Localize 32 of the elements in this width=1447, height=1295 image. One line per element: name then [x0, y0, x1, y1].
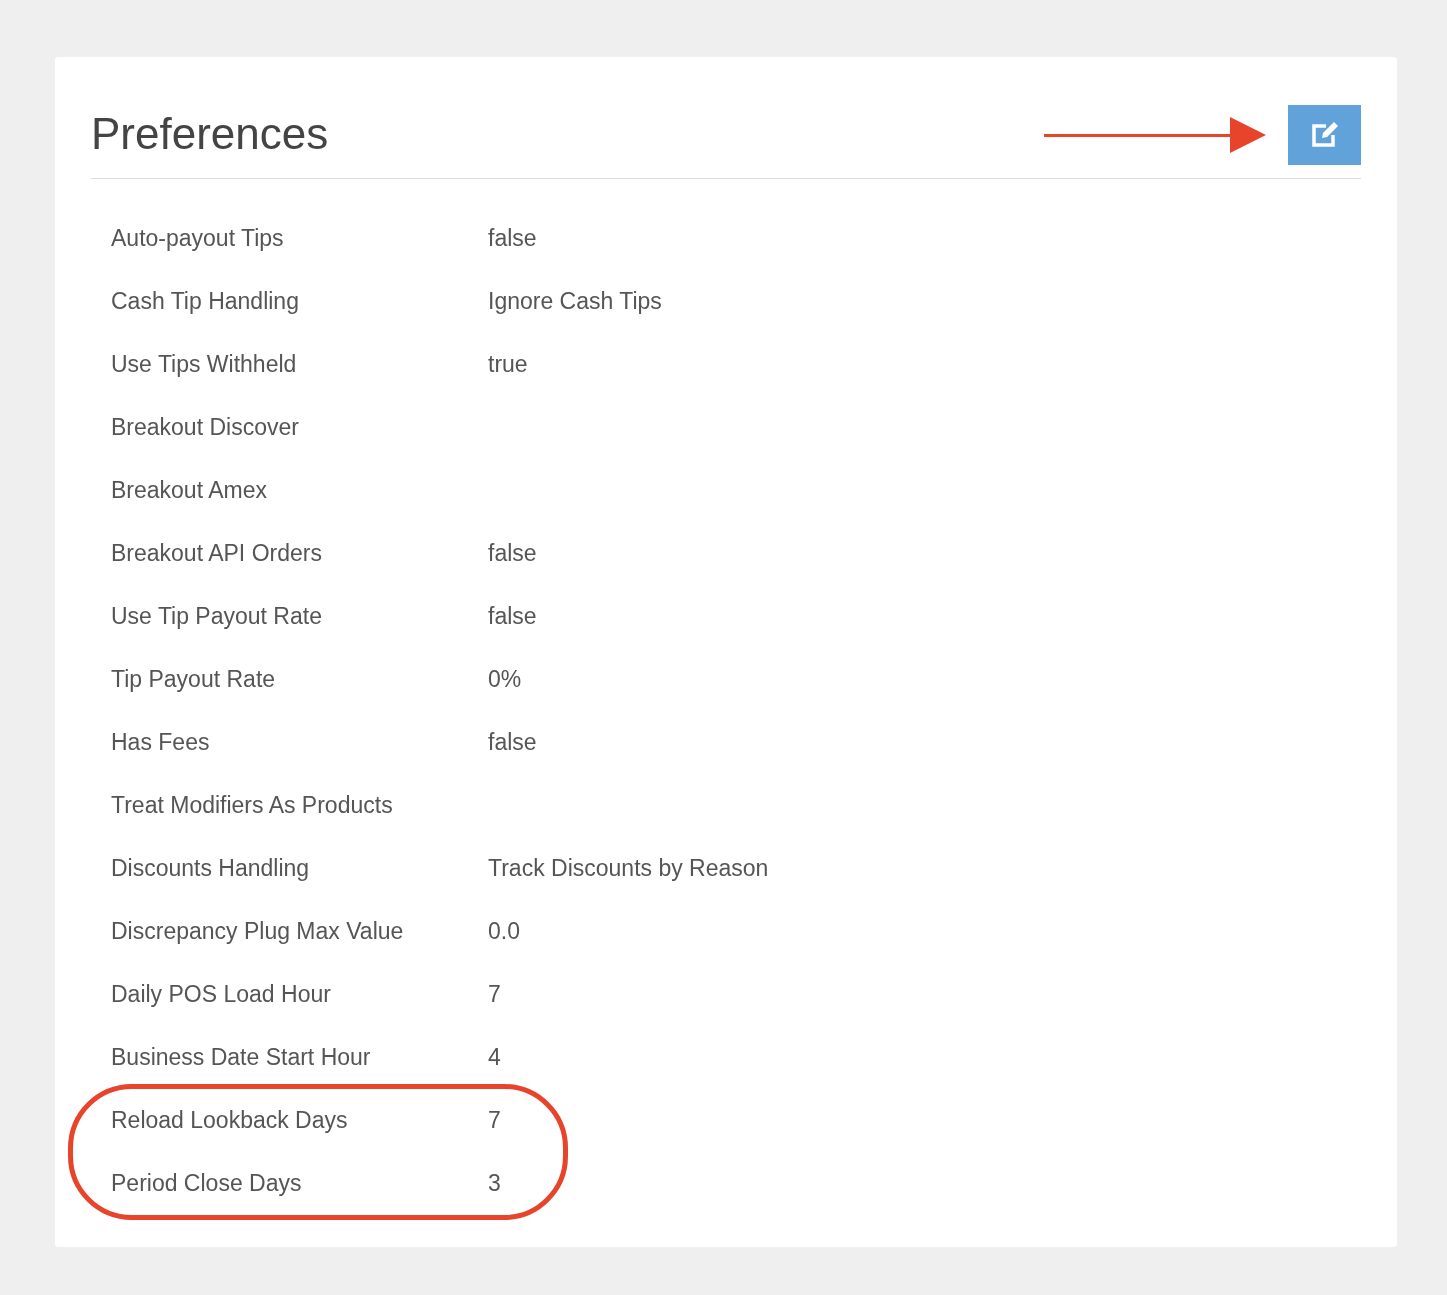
preference-label: Daily POS Load Hour	[111, 980, 332, 1010]
preference-value: false	[488, 539, 537, 569]
edit-button[interactable]	[1288, 105, 1361, 165]
preference-value: false	[488, 602, 537, 632]
preference-value: 3	[488, 1169, 501, 1199]
preference-label: Breakout Amex	[111, 476, 268, 506]
preference-label: Tip Payout Rate	[111, 665, 277, 695]
preference-label: Period Close Days	[111, 1169, 303, 1199]
preference-label: Treat Modifiers As Products	[111, 791, 394, 821]
preference-value: 7	[488, 980, 501, 1010]
preference-label: Discounts Handling	[111, 854, 311, 884]
panel-title: Preferences	[91, 108, 329, 160]
preference-label: Discrepancy Plug Max Value	[111, 917, 405, 947]
preference-value: Track Discounts by Reason	[488, 854, 769, 884]
preference-value: Ignore Cash Tips	[488, 287, 662, 317]
preference-value: 0.0	[488, 917, 520, 947]
preference-label: Business Date Start Hour	[111, 1043, 372, 1073]
preference-value: 4	[488, 1043, 501, 1073]
preference-value: 0%	[488, 665, 522, 695]
preference-label: Use Tip Payout Rate	[111, 602, 323, 632]
preference-value: false	[488, 728, 537, 758]
preference-value: true	[488, 350, 528, 380]
preference-label: Use Tips Withheld	[111, 350, 298, 380]
preference-value: false	[488, 224, 537, 254]
preference-label: Breakout API Orders	[111, 539, 323, 569]
preference-label: Has Fees	[111, 728, 211, 758]
preference-label: Breakout Discover	[111, 413, 300, 443]
preference-label: Auto-payout Tips	[111, 224, 285, 254]
preference-label: Cash Tip Handling	[111, 287, 300, 317]
preference-value: 7	[488, 1106, 501, 1136]
edit-icon	[1309, 121, 1340, 149]
preference-label: Reload Lookback Days	[111, 1106, 349, 1136]
